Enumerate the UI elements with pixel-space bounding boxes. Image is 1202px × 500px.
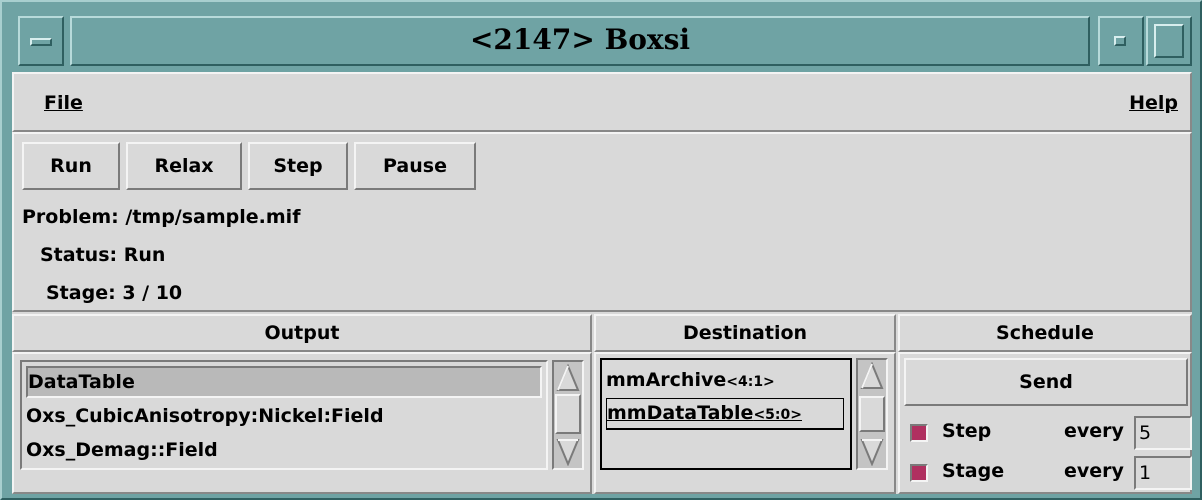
step-checkbox[interactable]: [910, 424, 928, 442]
scroll-down-arrow-icon[interactable]: [556, 438, 580, 466]
menu-help[interactable]: Help: [1129, 92, 1178, 114]
status-value: Run: [123, 244, 166, 266]
destination-name: mmArchive: [606, 369, 727, 391]
minimize-icon: [1114, 36, 1126, 46]
output-scroll-thumb[interactable]: [555, 394, 581, 434]
window-menu-button[interactable]: [18, 16, 64, 66]
menu-file-label: File: [44, 92, 83, 114]
destination-id: <4:1>: [726, 374, 775, 390]
stage-checkbox[interactable]: [910, 464, 928, 482]
window-title: <2147> Boxsi: [70, 16, 1090, 66]
output-list-item[interactable]: Oxs_CubicAnisotropy:Nickel:Field: [26, 400, 384, 432]
send-button[interactable]: Send: [904, 358, 1188, 406]
step-button[interactable]: Step: [248, 142, 348, 190]
schedule-step-row: Step every: [904, 414, 1192, 450]
control-panel: Run Relax Step Pause Problem: /tmp/sampl…: [12, 132, 1192, 312]
output-list[interactable]: DataTable Oxs_CubicAnisotropy:Nickel:Fie…: [20, 360, 548, 470]
client-area: File Help Run Relax Step Pause Problem: …: [12, 72, 1192, 494]
menu-file[interactable]: File: [44, 92, 83, 114]
step-every-label: every: [1064, 420, 1124, 442]
title-bar[interactable]: <2147> Boxsi: [12, 12, 1192, 70]
menu-help-label: Help: [1129, 92, 1178, 114]
output-list-item[interactable]: Oxs_Demag::Field: [26, 434, 218, 466]
relax-button[interactable]: Relax: [126, 142, 242, 190]
stage-label: Stage:: [46, 282, 116, 304]
stage-row: Stage: 3 / 10: [46, 282, 182, 304]
stage-every-label: every: [1064, 460, 1124, 482]
output-panel: DataTable Oxs_CubicAnisotropy:Nickel:Fie…: [12, 352, 592, 494]
maximize-button[interactable]: [1146, 16, 1192, 66]
problem-row: Problem: /tmp/sample.mif: [22, 206, 300, 228]
schedule-stage-row: Stage every: [904, 454, 1192, 490]
stage-checkbox-label: Stage: [942, 460, 1005, 482]
destination-scrollbar[interactable]: [856, 358, 888, 470]
schedule-panel: Send Step every Stage every: [898, 352, 1192, 494]
problem-value: /tmp/sample.mif: [125, 206, 301, 228]
status-row: Status: Run: [40, 244, 165, 266]
destination-id: <5:0>: [753, 407, 802, 423]
status-label: Status:: [40, 244, 118, 266]
destination-list-item[interactable]: mmArchive<4:1>: [606, 364, 775, 396]
menu-bar: File Help: [12, 72, 1192, 132]
scroll-up-arrow-icon[interactable]: [556, 364, 580, 392]
run-button[interactable]: Run: [22, 142, 120, 190]
output-scrollbar[interactable]: [552, 360, 584, 470]
schedule-header: Schedule: [898, 314, 1192, 352]
destination-header: Destination: [594, 314, 896, 352]
window-menu-icon: [30, 38, 52, 46]
destination-list[interactable]: mmArchive<4:1> mmDataTable<5:0>: [600, 358, 852, 470]
output-list-item[interactable]: DataTable: [26, 366, 542, 398]
output-header: Output: [12, 314, 592, 352]
minimize-button[interactable]: [1098, 16, 1144, 66]
window-frame: <2147> Boxsi File Help Run Relax Step Pa…: [0, 0, 1202, 500]
step-every-input[interactable]: [1134, 416, 1192, 450]
maximize-icon: [1154, 24, 1184, 58]
problem-label: Problem:: [22, 206, 119, 228]
stage-value: 3 / 10: [122, 282, 183, 304]
scroll-up-arrow-icon[interactable]: [860, 362, 884, 390]
scroll-down-arrow-icon[interactable]: [860, 438, 884, 466]
pause-button[interactable]: Pause: [354, 142, 476, 190]
stage-every-input[interactable]: [1134, 456, 1192, 490]
destination-panel: mmArchive<4:1> mmDataTable<5:0>: [594, 352, 896, 494]
destination-scroll-thumb[interactable]: [859, 396, 885, 432]
destination-name: mmDataTable: [607, 402, 754, 424]
destination-list-item[interactable]: mmDataTable<5:0>: [606, 398, 844, 430]
step-checkbox-label: Step: [942, 420, 992, 442]
